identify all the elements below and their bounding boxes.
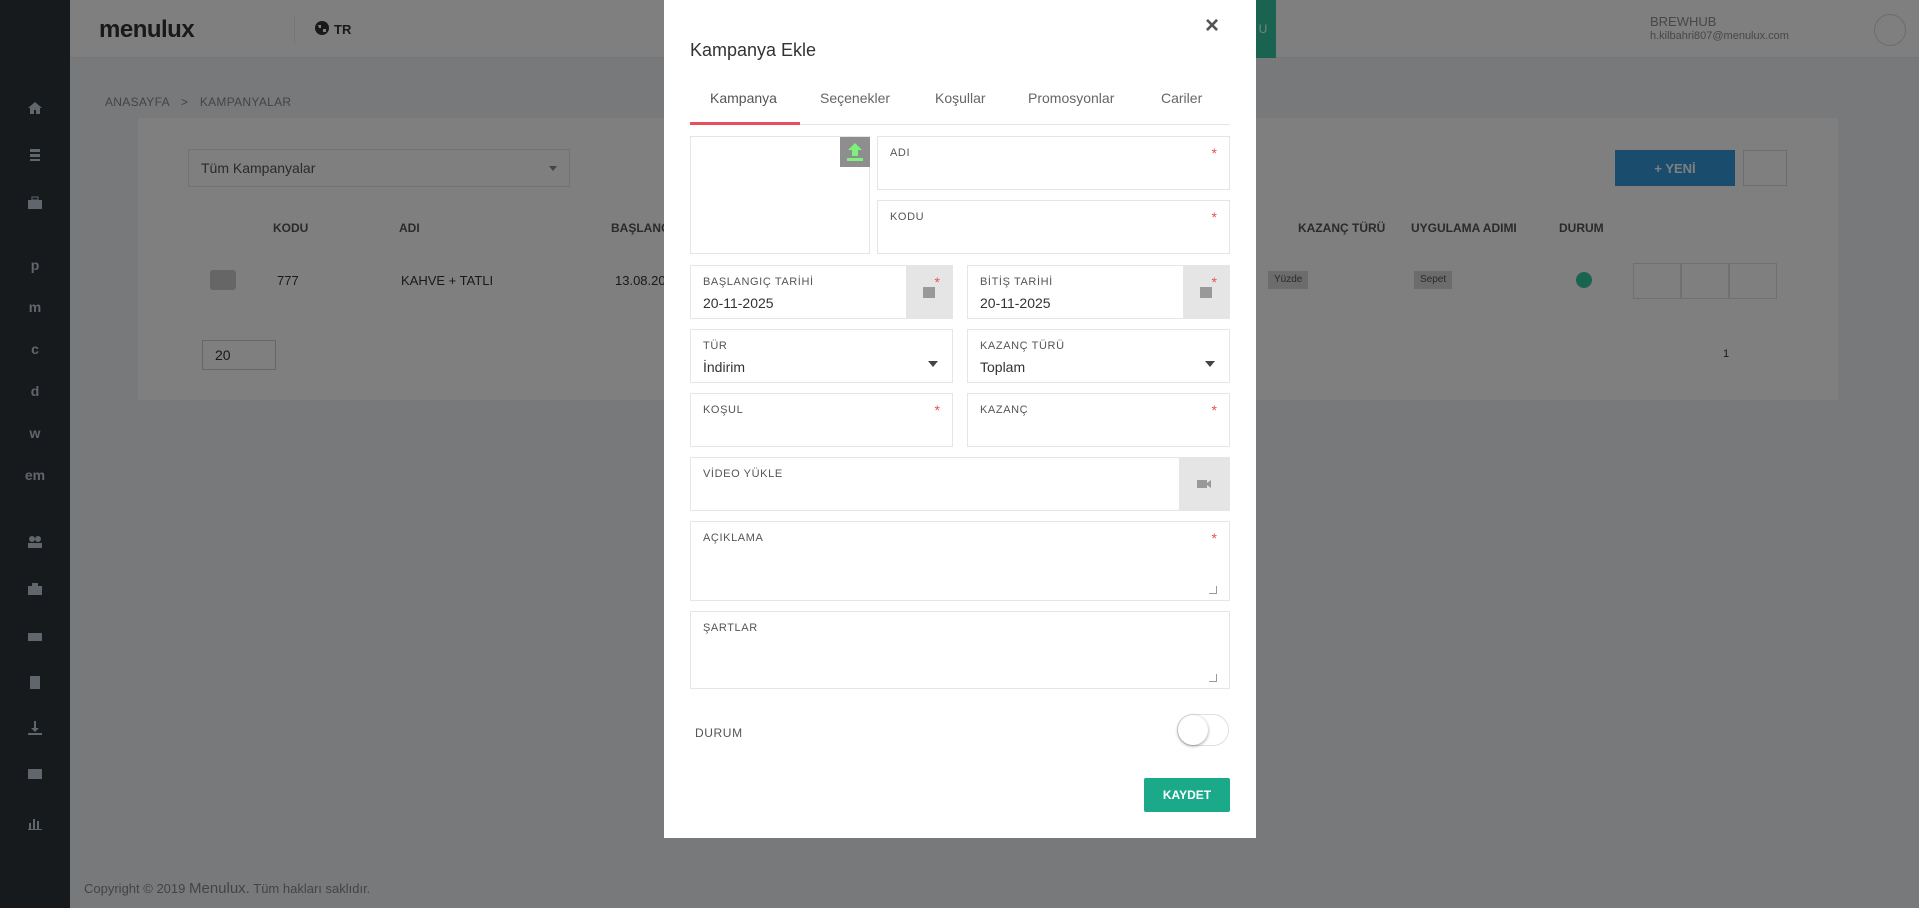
caret-down-icon: [928, 361, 938, 367]
save-button[interactable]: KAYDET: [1144, 778, 1230, 812]
required-marker: *: [1211, 145, 1217, 161]
calendar-icon[interactable]: [906, 266, 952, 318]
field-label: KODU: [890, 211, 925, 223]
field-label: KAZANÇ: [980, 404, 1029, 416]
tab-secenekler[interactable]: Seçenekler: [820, 90, 890, 106]
video-camera-icon[interactable]: [1179, 458, 1229, 510]
tab-kampanya[interactable]: Kampanya: [710, 90, 777, 106]
gain-field[interactable]: KAZANÇ *: [967, 393, 1230, 447]
required-marker: *: [934, 274, 940, 290]
field-label: BİTİŞ TARİHİ: [980, 276, 1053, 288]
close-icon[interactable]: ×: [1200, 14, 1224, 38]
field-label: ŞARTLAR: [703, 622, 758, 634]
calendar-icon[interactable]: [1183, 266, 1229, 318]
tab-kosullar[interactable]: Koşullar: [935, 90, 986, 106]
campaign-name-field[interactable]: ADI *: [877, 136, 1230, 190]
field-value: Toplam: [980, 359, 1026, 375]
active-tab-indicator: [690, 122, 800, 125]
terms-textarea[interactable]: ŞARTLAR: [690, 611, 1230, 689]
field-label: VİDEO YÜKLE: [703, 468, 783, 480]
resize-handle[interactable]: [1209, 586, 1217, 594]
add-campaign-modal: Kampanya Ekle × Kampanya Seçenekler Koşu…: [664, 0, 1256, 838]
required-marker: *: [1211, 402, 1217, 418]
required-marker: *: [934, 402, 940, 418]
toggle-knob: [1178, 715, 1208, 745]
end-date-field[interactable]: BİTİŞ TARİHİ 20-11-2025 *: [967, 265, 1230, 319]
upload-icon[interactable]: [840, 137, 870, 167]
field-value: 20-11-2025: [703, 295, 774, 311]
status-toggle[interactable]: [1177, 714, 1229, 746]
field-label: AÇIKLAMA: [703, 532, 764, 544]
tab-promosyonlar[interactable]: Promosyonlar: [1028, 90, 1114, 106]
modal-tabs: Kampanya Seçenekler Koşullar Promosyonla…: [690, 82, 1230, 125]
condition-field[interactable]: KOŞUL *: [690, 393, 953, 447]
field-label: KOŞUL: [703, 404, 744, 416]
resize-handle[interactable]: [1209, 674, 1217, 682]
status-label: DURUM: [695, 726, 743, 740]
gain-type-select[interactable]: KAZANÇ TÜRÜ Toplam: [967, 329, 1230, 383]
field-label: ADI: [890, 147, 911, 159]
video-upload-field[interactable]: VİDEO YÜKLE: [690, 457, 1230, 511]
field-value: 20-11-2025: [980, 295, 1051, 311]
modal-title: Kampanya Ekle: [690, 40, 817, 60]
required-marker: *: [1211, 530, 1217, 546]
campaign-code-field[interactable]: KODU *: [877, 200, 1230, 254]
field-label: TÜR: [703, 340, 728, 352]
field-label: KAZANÇ TÜRÜ: [980, 340, 1065, 352]
field-value: İndirim: [703, 359, 746, 375]
field-label: BAŞLANGIÇ TARİHİ: [703, 276, 814, 288]
type-select[interactable]: TÜR İndirim: [690, 329, 953, 383]
required-marker: *: [1211, 274, 1217, 290]
caret-down-icon: [1205, 361, 1215, 367]
description-textarea[interactable]: AÇIKLAMA *: [690, 521, 1230, 601]
tab-cariler[interactable]: Cariler: [1161, 90, 1202, 106]
required-marker: *: [1211, 209, 1217, 225]
start-date-field[interactable]: BAŞLANGIÇ TARİHİ 20-11-2025 *: [690, 265, 953, 319]
